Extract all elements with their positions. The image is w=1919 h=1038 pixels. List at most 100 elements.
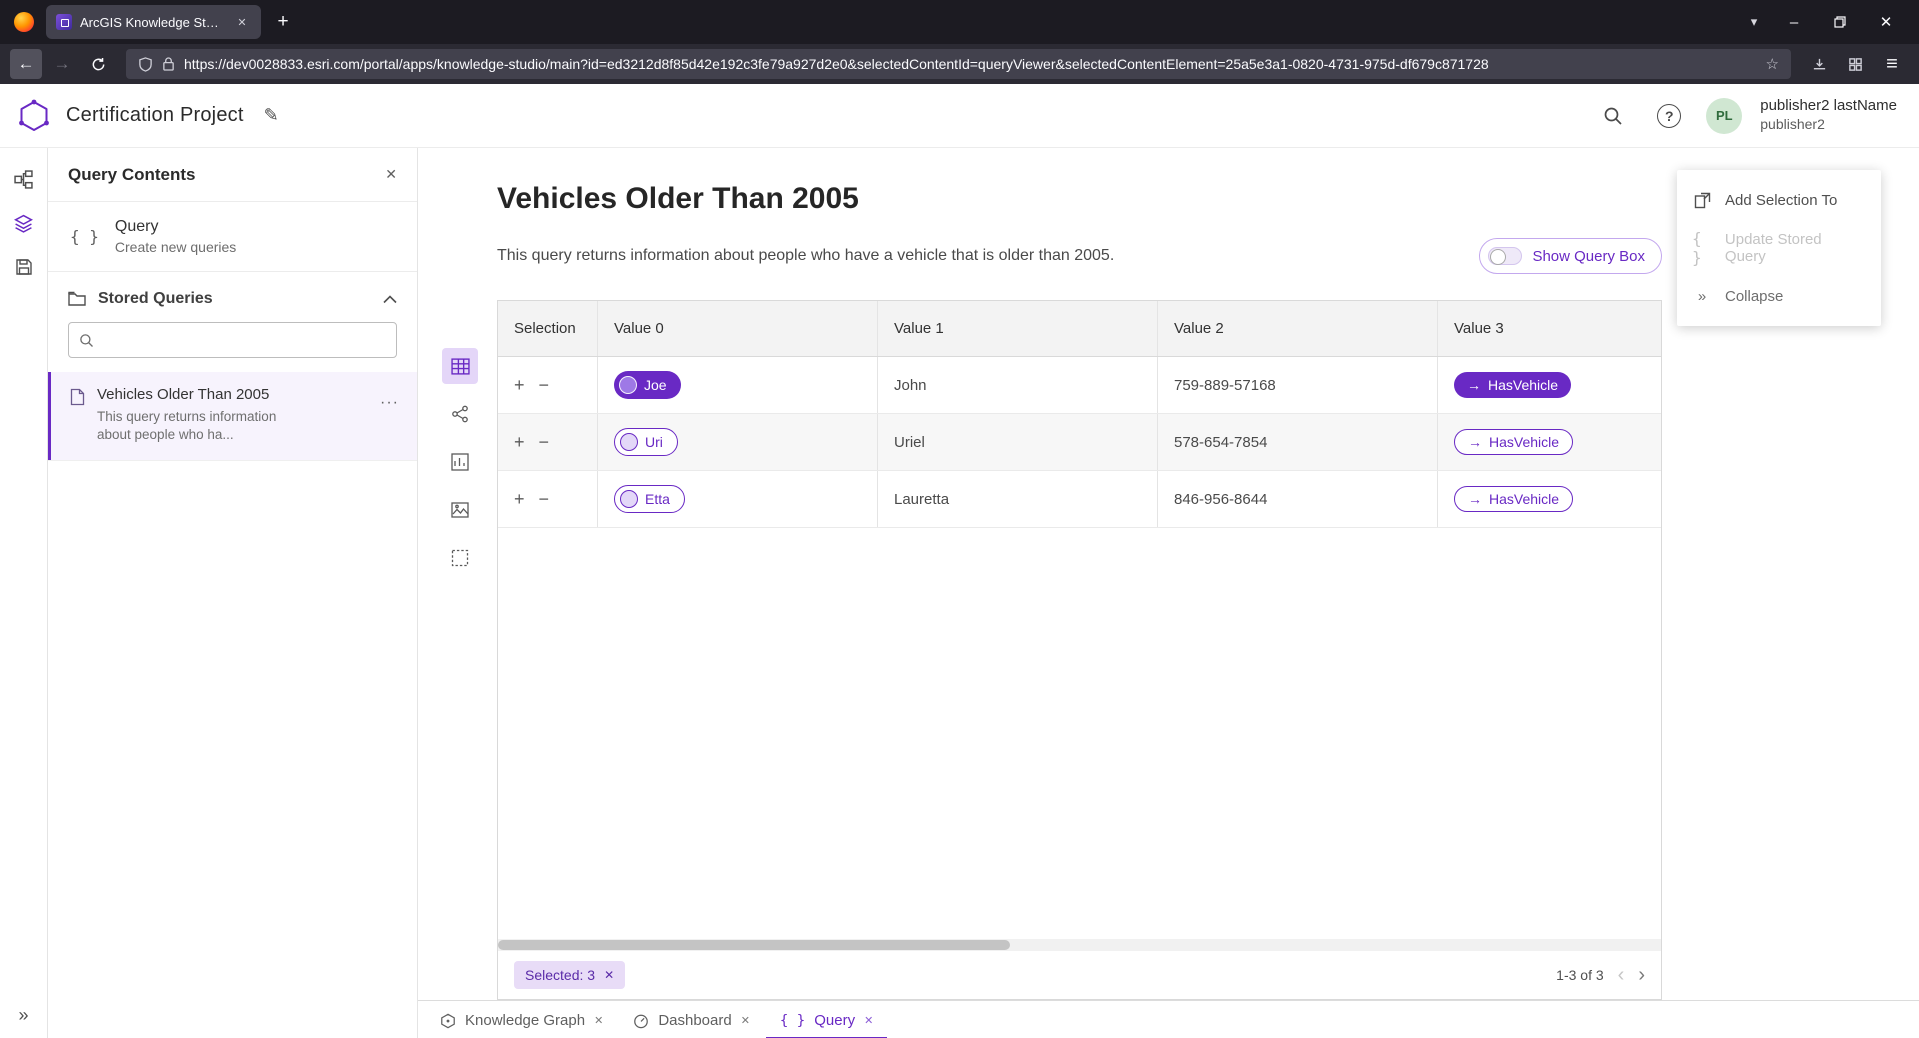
table-row[interactable]: + − Etta Lauretta 846-956-8644 →HasVehic… <box>498 471 1661 528</box>
chart-icon <box>451 453 469 471</box>
relationship-arrow-icon: → <box>1468 434 1482 450</box>
scrollbar-thumb[interactable] <box>498 940 1010 950</box>
previous-page-icon[interactable]: ‹ <box>1618 965 1625 985</box>
selection-tools-button[interactable] <box>442 540 478 576</box>
table-row[interactable]: + − Joe John 759-889-57168 →HasVehicle <box>498 357 1661 414</box>
relationship-pill[interactable]: →HasVehicle <box>1454 429 1573 455</box>
horizontal-scrollbar[interactable] <box>498 939 1661 951</box>
stored-query-item[interactable]: Vehicles Older Than 2005 This query retu… <box>48 372 417 461</box>
menu-item-add-selection-to[interactable]: Add Selection To <box>1677 176 1881 224</box>
app-menu-icon[interactable]: ≡ <box>1875 49 1909 79</box>
query-contents-panel: Query Contents ✕ { } Query Create new qu… <box>48 148 418 1038</box>
close-tab-icon[interactable]: ✕ <box>864 1014 873 1027</box>
add-to-selection-icon[interactable]: + <box>514 376 525 394</box>
firefox-icon[interactable] <box>14 12 34 32</box>
window-restore-button[interactable] <box>1817 5 1863 39</box>
chart-view-button[interactable] <box>442 444 478 480</box>
cell-value1[interactable]: Lauretta <box>878 471 1158 527</box>
window-close-button[interactable]: ✕ <box>1863 5 1909 39</box>
close-tab-icon[interactable]: ✕ <box>594 1014 603 1027</box>
selection-marquee-icon <box>451 549 469 567</box>
cell-value2[interactable]: 578-654-7854 <box>1158 414 1438 470</box>
cell-value2[interactable]: 759-889-57168 <box>1158 357 1438 413</box>
help-button[interactable]: ? <box>1650 97 1688 135</box>
entity-pill[interactable]: Etta <box>614 485 685 513</box>
entity-pill[interactable]: Uri <box>614 428 678 456</box>
user-full-name: publisher2 lastName <box>1760 97 1897 116</box>
relationship-arrow-icon: → <box>1468 491 1482 507</box>
entity-dot-icon <box>620 490 638 508</box>
chevron-up-icon[interactable] <box>383 295 397 304</box>
link-chart-view-button[interactable] <box>442 396 478 432</box>
reload-button[interactable] <box>82 49 114 79</box>
project-title: Certification Project <box>66 104 244 127</box>
stored-query-options-icon[interactable]: ··· <box>380 394 399 412</box>
table-view-button[interactable] <box>442 348 478 384</box>
remove-from-selection-icon[interactable]: − <box>539 490 550 508</box>
remove-from-selection-icon[interactable]: − <box>539 433 550 451</box>
add-to-selection-icon[interactable]: + <box>514 490 525 508</box>
tab-query[interactable]: { } Query ✕ <box>766 1001 887 1038</box>
stored-queries-search-input[interactable] <box>102 332 386 348</box>
menu-item-collapse[interactable]: » Collapse <box>1677 272 1881 320</box>
column-header-selection[interactable]: Selection <box>498 301 598 356</box>
clear-selection-icon[interactable]: ✕ <box>604 968 614 982</box>
cell-value2[interactable]: 846-956-8644 <box>1158 471 1438 527</box>
next-page-icon[interactable]: › <box>1638 965 1645 985</box>
selected-count-chip[interactable]: Selected: 3 ✕ <box>514 961 625 989</box>
relationship-pill[interactable]: →HasVehicle <box>1454 486 1573 512</box>
panel-close-icon[interactable]: ✕ <box>385 166 397 183</box>
show-query-box-toggle[interactable]: Show Query Box <box>1479 238 1662 274</box>
entity-pill[interactable]: Joe <box>614 371 681 399</box>
header-search-button[interactable] <box>1594 97 1632 135</box>
forward-button[interactable]: → <box>46 49 78 79</box>
edit-title-icon[interactable]: ✎ <box>264 105 279 126</box>
user-avatar[interactable]: PL <box>1706 98 1742 134</box>
browser-tab[interactable]: ArcGIS Knowledge Studio ✕ <box>46 5 261 39</box>
relationship-pill[interactable]: →HasVehicle <box>1454 372 1571 398</box>
column-header-value2[interactable]: Value 2 <box>1158 301 1438 356</box>
save-to-pocket-icon[interactable] <box>1803 49 1835 79</box>
column-header-value3[interactable]: Value 3 <box>1438 301 1661 356</box>
add-to-selection-icon[interactable]: + <box>514 433 525 451</box>
remove-from-selection-icon[interactable]: − <box>539 376 550 394</box>
map-icon <box>451 501 469 519</box>
table-row[interactable]: + − Uri Uriel 578-654-7854 →HasVehicle <box>498 414 1661 471</box>
toggle-switch[interactable] <box>1488 247 1522 265</box>
add-selection-icon <box>1692 192 1712 209</box>
expand-rail-icon[interactable]: » <box>18 1005 28 1026</box>
column-header-value1[interactable]: Value 1 <box>878 301 1158 356</box>
map-view-button[interactable] <box>442 492 478 528</box>
browser-toolbar: ← → https://dev0028833.esri.com/portal/a… <box>0 44 1919 84</box>
cell-value1[interactable]: Uriel <box>878 414 1158 470</box>
list-tabs-chevron-icon[interactable]: ▾ <box>1737 7 1771 37</box>
cell-value1[interactable]: John <box>878 357 1158 413</box>
tab-knowledge-graph[interactable]: Knowledge Graph ✕ <box>426 1001 617 1038</box>
data-model-button[interactable] <box>7 162 41 196</box>
tab-close-button[interactable]: ✕ <box>233 13 251 31</box>
close-tab-icon[interactable]: ✕ <box>741 1014 750 1027</box>
save-button[interactable] <box>7 250 41 284</box>
menu-item-update-stored-query[interactable]: { } Update Stored Query <box>1677 224 1881 272</box>
tab-dashboard[interactable]: Dashboard ✕ <box>619 1001 764 1038</box>
url-text[interactable]: https://dev0028833.esri.com/portal/apps/… <box>184 56 1757 72</box>
user-info[interactable]: publisher2 lastName publisher2 <box>1760 97 1897 133</box>
new-query-item[interactable]: { } Query Create new queries <box>48 202 417 272</box>
extensions-icon[interactable] <box>1839 49 1871 79</box>
url-bar[interactable]: https://dev0028833.esri.com/portal/apps/… <box>126 49 1791 79</box>
collapse-icon: » <box>1692 288 1712 305</box>
tracking-shield-icon[interactable] <box>138 57 153 72</box>
new-query-title: Query <box>115 218 236 236</box>
back-button[interactable]: ← <box>10 49 42 79</box>
stored-queries-search[interactable] <box>68 322 397 358</box>
contents-layers-button[interactable] <box>7 206 41 240</box>
new-tab-button[interactable]: + <box>267 6 299 38</box>
bookmark-star-icon[interactable]: ☆ <box>1766 55 1779 73</box>
window-minimize-button[interactable]: – <box>1771 5 1817 39</box>
stored-queries-header[interactable]: Stored Queries <box>48 272 417 318</box>
lock-icon[interactable] <box>162 57 175 71</box>
arcgis-favicon-icon <box>56 14 72 30</box>
entity-dot-icon <box>619 376 637 394</box>
column-header-value0[interactable]: Value 0 <box>598 301 878 356</box>
dashboard-icon <box>633 1013 649 1029</box>
